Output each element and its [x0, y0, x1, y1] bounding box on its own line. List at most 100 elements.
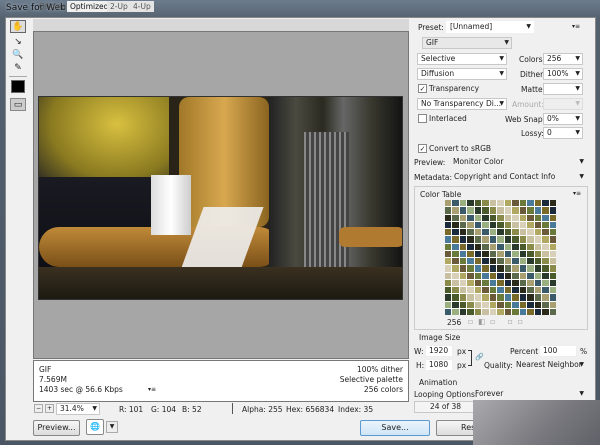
- color-swatch[interactable]: [527, 308, 534, 315]
- format-select[interactable]: GIF ▼: [422, 37, 512, 49]
- color-swatch[interactable]: [504, 200, 512, 207]
- color-swatch[interactable]: [467, 200, 474, 207]
- color-swatch[interactable]: [519, 308, 527, 315]
- color-swatch[interactable]: [549, 294, 556, 301]
- color-swatch[interactable]: [504, 221, 512, 228]
- color-swatch[interactable]: [482, 301, 489, 308]
- color-swatch[interactable]: [549, 301, 556, 308]
- color-swatch[interactable]: [542, 243, 549, 250]
- color-swatch[interactable]: [519, 200, 527, 207]
- color-swatch[interactable]: [459, 214, 467, 221]
- color-swatch[interactable]: [527, 229, 534, 236]
- color-swatch[interactable]: [512, 214, 519, 221]
- slice-select-icon[interactable]: ↘: [10, 35, 26, 48]
- color-swatch[interactable]: [519, 243, 527, 250]
- color-swatch[interactable]: [445, 250, 452, 257]
- color-swatch[interactable]: [474, 308, 482, 315]
- color-swatch[interactable]: [527, 265, 534, 272]
- color-swatch[interactable]: [497, 301, 504, 308]
- zoom-icon[interactable]: 🔍: [10, 48, 26, 61]
- tab-2up[interactable]: 2-Up: [107, 1, 131, 12]
- color-swatch[interactable]: [534, 250, 542, 257]
- color-swatch[interactable]: [542, 221, 549, 228]
- color-swatch[interactable]: [482, 272, 489, 279]
- color-swatch[interactable]: [497, 258, 504, 265]
- color-swatch[interactable]: [467, 294, 474, 301]
- color-swatch[interactable]: [474, 221, 482, 228]
- color-swatch[interactable]: [459, 200, 467, 207]
- color-swatch[interactable]: [445, 221, 452, 228]
- preview-color-select[interactable]: Monitor Color ▼: [449, 156, 587, 168]
- color-swatch[interactable]: [512, 287, 519, 294]
- color-swatch[interactable]: [512, 221, 519, 228]
- color-swatch[interactable]: [445, 265, 452, 272]
- color-swatch[interactable]: [527, 221, 534, 228]
- color-swatch[interactable]: [534, 265, 542, 272]
- color-swatch[interactable]: [467, 243, 474, 250]
- color-swatch[interactable]: [452, 229, 459, 236]
- color-swatch[interactable]: [534, 287, 542, 294]
- color-swatch[interactable]: [467, 308, 474, 315]
- zoom-in-button[interactable]: +: [45, 404, 54, 413]
- color-swatch[interactable]: [482, 279, 489, 286]
- color-swatch[interactable]: [497, 279, 504, 286]
- color-swatch[interactable]: [489, 308, 497, 315]
- color-swatch[interactable]: [489, 221, 497, 228]
- color-swatch[interactable]: [452, 301, 459, 308]
- toggle-slices-icon[interactable]: ▭: [10, 98, 26, 111]
- color-swatch[interactable]: [527, 236, 534, 243]
- color-swatch[interactable]: [549, 221, 556, 228]
- color-swatch[interactable]: [459, 207, 467, 214]
- color-swatch[interactable]: [527, 200, 534, 207]
- color-swatch[interactable]: [542, 200, 549, 207]
- color-swatch[interactable]: [452, 243, 459, 250]
- color-swatch[interactable]: [542, 272, 549, 279]
- color-swatch[interactable]: [467, 272, 474, 279]
- color-swatch[interactable]: [512, 308, 519, 315]
- color-swatch[interactable]: [467, 265, 474, 272]
- color-table-actions[interactable]: ▫◧▫ ▫▫: [468, 317, 528, 326]
- color-swatch[interactable]: [549, 243, 556, 250]
- color-swatch[interactable]: [527, 301, 534, 308]
- color-swatch[interactable]: [534, 258, 542, 265]
- color-swatch[interactable]: [497, 287, 504, 294]
- color-swatch[interactable]: [534, 207, 542, 214]
- color-swatch[interactable]: [445, 207, 452, 214]
- color-swatch[interactable]: [452, 287, 459, 294]
- dither-algorithm-select[interactable]: Diffusion ▼: [417, 68, 507, 80]
- color-swatch[interactable]: [482, 229, 489, 236]
- color-swatch[interactable]: [504, 301, 512, 308]
- metadata-select[interactable]: Copyright and Contact Info ▼: [450, 171, 587, 183]
- color-swatch[interactable]: [482, 265, 489, 272]
- color-swatch[interactable]: [549, 272, 556, 279]
- color-swatch[interactable]: [519, 229, 527, 236]
- color-swatch[interactable]: [445, 258, 452, 265]
- color-swatch[interactable]: [534, 221, 542, 228]
- color-swatch[interactable]: [512, 207, 519, 214]
- color-swatch[interactable]: [489, 229, 497, 236]
- color-swatch[interactable]: [519, 294, 527, 301]
- color-swatch[interactable]: [504, 294, 512, 301]
- color-swatch[interactable]: [504, 229, 512, 236]
- color-swatch[interactable]: [542, 301, 549, 308]
- color-swatch[interactable]: [459, 301, 467, 308]
- color-swatch[interactable]: [542, 236, 549, 243]
- color-swatch[interactable]: [542, 308, 549, 315]
- convert-srgb-checkbox[interactable]: ✓: [418, 144, 427, 153]
- zoom-out-button[interactable]: −: [34, 404, 43, 413]
- color-swatch[interactable]: [542, 294, 549, 301]
- color-swatch[interactable]: [445, 294, 452, 301]
- color-swatch[interactable]: [459, 308, 467, 315]
- color-swatch[interactable]: [534, 272, 542, 279]
- color-swatch[interactable]: [512, 265, 519, 272]
- color-swatch[interactable]: [504, 207, 512, 214]
- color-swatch[interactable]: [489, 287, 497, 294]
- color-swatch[interactable]: [504, 279, 512, 286]
- color-swatch[interactable]: [489, 200, 497, 207]
- color-swatch[interactable]: [527, 207, 534, 214]
- color-swatch[interactable]: [519, 272, 527, 279]
- color-swatch[interactable]: [474, 207, 482, 214]
- color-swatch[interactable]: [467, 221, 474, 228]
- color-swatch[interactable]: [534, 200, 542, 207]
- color-swatch[interactable]: [489, 207, 497, 214]
